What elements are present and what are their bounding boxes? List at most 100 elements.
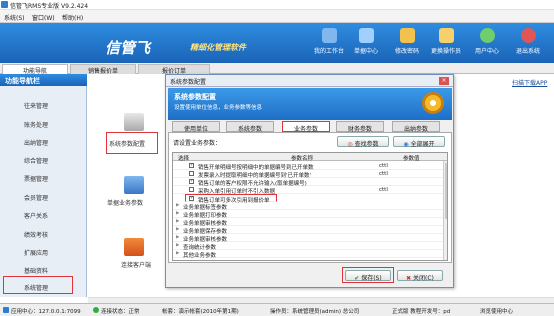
nav-item-member[interactable]: 会员管理 bbox=[24, 193, 48, 202]
menu-system[interactable]: 系统(S) bbox=[4, 13, 25, 22]
table-row[interactable]: 销售订单的客户权限不允许输入(取单据编号) bbox=[173, 178, 443, 187]
document-icon bbox=[358, 28, 374, 43]
window-title-bar: 信管飞RMS专业版 V9.2.424 bbox=[0, 0, 554, 10]
dialog-header-title: 系统参数配置 bbox=[174, 93, 216, 101]
tab-function-nav[interactable]: 功能导航 bbox=[2, 64, 68, 75]
nav-title: 功能导航栏 bbox=[0, 74, 87, 86]
app-center-icon bbox=[3, 307, 9, 313]
menu-window[interactable]: 窗口(W) bbox=[32, 13, 55, 22]
power-icon bbox=[520, 28, 536, 43]
grid-header: 选择 参数名称 参数值 bbox=[173, 153, 447, 162]
status-account: 帐套：演示帐套(2010年第1期) bbox=[162, 309, 239, 315]
table-row[interactable]: ▶ 业务单据保存参数 bbox=[173, 226, 443, 235]
row-checkbox[interactable] bbox=[189, 195, 194, 201]
change-password-button[interactable]: 修改密码 bbox=[390, 28, 424, 60]
bill-business-param-label[interactable]: 单据业务参数 bbox=[107, 198, 143, 207]
table-row[interactable]: 发票录入时提取明细中的单据编号到'已开单数' cttl bbox=[173, 170, 443, 179]
expand-arrow-icon[interactable]: ▶ bbox=[176, 219, 179, 224]
database-icon[interactable] bbox=[124, 113, 144, 131]
row-checkbox[interactable] bbox=[189, 178, 194, 184]
status-version: 正式版 教程开发号：pd bbox=[392, 309, 451, 315]
tab-cashier-params[interactable]: 出纳参数 bbox=[392, 121, 440, 133]
scroll-thumb[interactable] bbox=[445, 163, 447, 219]
user-switch-icon bbox=[438, 28, 454, 43]
save-button[interactable]: ✔ 保存(S) bbox=[345, 270, 391, 282]
nav-item-crm[interactable]: 客户关系 bbox=[24, 211, 48, 220]
row-checkbox[interactable] bbox=[189, 187, 194, 192]
system-param-dialog: 系统参数配置 × 系统参数配置 设置使用单位信息，业务参数等信息 使用单位 系统… bbox=[165, 74, 454, 288]
app-logo: 信管飞 bbox=[105, 39, 151, 57]
table-row[interactable]: ▶ 业务单据审核参数 bbox=[173, 234, 443, 243]
expand-arrow-icon[interactable]: ▶ bbox=[176, 235, 179, 240]
menu-bar: 系统(S) 窗口(W) 帮助(H) bbox=[0, 10, 554, 23]
menu-help[interactable]: 帮助(H) bbox=[62, 13, 83, 22]
table-row[interactable]: ▶ 业务单据审核参数 bbox=[173, 218, 443, 227]
bill-center-button[interactable]: 单据中心 bbox=[349, 28, 383, 60]
tab-sales-quote[interactable]: 销售报价单 bbox=[70, 64, 136, 75]
tab-system-params[interactable]: 系统参数 bbox=[226, 121, 274, 133]
expand-arrow-icon[interactable]: ▶ bbox=[176, 243, 179, 248]
table-row[interactable]: 采购入单引用订单时不引入数据 cttl bbox=[173, 186, 443, 195]
network-icon[interactable] bbox=[124, 238, 144, 256]
exit-system-button[interactable]: 退出系统 bbox=[511, 28, 545, 60]
app-icon bbox=[1, 1, 8, 8]
param-prompt: 请设置业务参数： bbox=[173, 140, 222, 147]
row-checkbox[interactable] bbox=[189, 162, 194, 168]
business-param-panel: 请设置业务参数： ◎ 查找参数 ◉ 全部展开 选择 参数名称 参数值 销售开单明… bbox=[168, 132, 452, 263]
nav-item-basic-data[interactable]: 基础资料 bbox=[24, 266, 48, 275]
nav-item-extension[interactable]: 扩展应用 bbox=[24, 248, 48, 257]
dialog-close-button[interactable]: × bbox=[439, 77, 449, 85]
expand-arrow-icon[interactable]: ▶ bbox=[176, 251, 179, 256]
system-param-config-label[interactable]: 系统参数配置 bbox=[109, 139, 145, 148]
dialog-header: 系统参数配置 设置使用单位信息，业务参数等信息 bbox=[168, 88, 452, 120]
close-icon: ✖ bbox=[406, 275, 412, 282]
check-icon: ✔ bbox=[354, 275, 360, 282]
row-checkbox[interactable] bbox=[189, 171, 194, 176]
key-icon bbox=[399, 28, 415, 43]
expand-arrow-icon[interactable]: ▶ bbox=[176, 211, 179, 216]
table-row[interactable]: 销售开单明细号按明细中的单据编号到已开单数cttl bbox=[173, 162, 443, 171]
grid-scrollbar[interactable] bbox=[443, 161, 447, 260]
expand-all-button[interactable]: ◉ 全部展开 bbox=[393, 136, 445, 148]
status-connection: 连接状态：正常 bbox=[101, 309, 140, 315]
nav-selection-highlight bbox=[3, 276, 73, 294]
highlighted-param-row[interactable]: 销售订单可多次引用到报价单 bbox=[185, 194, 277, 204]
table-row[interactable]: ▶ 查询统计参数 bbox=[173, 242, 443, 251]
nav-item-invoice[interactable]: 票据管理 bbox=[24, 174, 48, 183]
connect-client-label[interactable]: 连接客户端 bbox=[121, 260, 151, 269]
document-settings-icon[interactable] bbox=[124, 176, 144, 194]
download-app-link[interactable]: 扫描下载APP bbox=[512, 78, 547, 87]
nav-item-cashier[interactable]: 出纳管理 bbox=[24, 138, 48, 147]
param-grid: 选择 参数名称 参数值 销售开单明细号按明细中的单据编号到已开单数cttl 发票… bbox=[172, 152, 448, 261]
column-param-name: 参数名称 bbox=[291, 156, 314, 162]
tab-business-params[interactable]: 业务参数 bbox=[282, 121, 330, 133]
workbench-button[interactable]: 我的工作台 bbox=[312, 28, 346, 60]
table-row[interactable]: ▶ 业务单据标签参数 bbox=[173, 202, 443, 211]
nav-item-contacts[interactable]: 往来管理 bbox=[24, 101, 48, 110]
close-button[interactable]: ✖ 关闭(C) bbox=[397, 270, 443, 282]
app-slogan: 精细化管理软件 bbox=[190, 43, 246, 52]
nav-item-performance[interactable]: 绩效考核 bbox=[24, 230, 48, 239]
expand-arrow-icon[interactable]: ▶ bbox=[176, 227, 179, 232]
help-link[interactable]: 浏览使用中心 bbox=[480, 307, 513, 315]
switch-operator-button[interactable]: 更换操作员 bbox=[429, 28, 463, 60]
dialog-header-subtitle: 设置使用单位信息，业务参数等信息 bbox=[174, 105, 263, 111]
nav-item-general[interactable]: 综合管理 bbox=[24, 156, 48, 165]
gear-icon bbox=[422, 92, 444, 114]
tab-org-info[interactable]: 使用单位 bbox=[172, 121, 220, 133]
dialog-title: 系统参数配置 bbox=[170, 79, 207, 86]
user-center-button[interactable]: 用户中心 bbox=[470, 28, 504, 60]
expand-arrow-icon[interactable]: ▶ bbox=[176, 203, 179, 208]
tab-finance-params[interactable]: 财务参数 bbox=[336, 121, 384, 133]
desktop-icon bbox=[321, 28, 337, 43]
app-header: 信管飞 精细化管理软件 我的工作台 单据中心 修改密码 更换操作员 用户中心 退… bbox=[0, 23, 554, 63]
find-param-button[interactable]: ◎ 查找参数 bbox=[337, 136, 389, 148]
tab-quote-order[interactable]: 报价订单 bbox=[138, 64, 210, 75]
param-tabs: 使用单位 系统参数 业务参数 财务参数 出纳参数 bbox=[168, 121, 452, 133]
status-bar: 应用中心：127.0.0.1:7099 连接状态：正常 帐套：演示帐套(2010… bbox=[0, 303, 554, 316]
table-row[interactable]: ▶ 业务单据打印参数 bbox=[173, 210, 443, 219]
table-row[interactable]: ▶ 其他业务参数 bbox=[173, 250, 443, 259]
dialog-title-bar: 系统参数配置 × bbox=[166, 75, 453, 87]
nav-item-accounting[interactable]: 账务处理 bbox=[24, 120, 48, 129]
document-tabs: 功能导航 销售报价单 报价订单 bbox=[0, 63, 554, 75]
